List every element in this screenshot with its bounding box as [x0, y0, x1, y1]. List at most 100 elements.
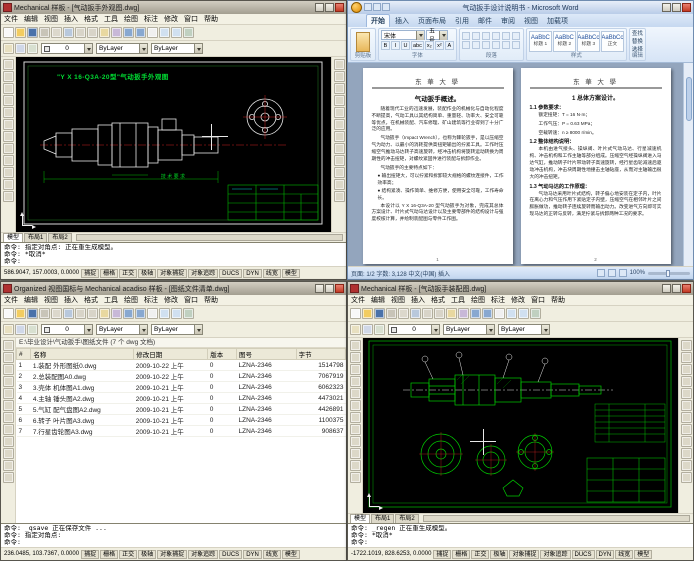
match-properties-icon[interactable] [111, 27, 122, 38]
undo-icon[interactable] [123, 308, 134, 319]
properties-icon[interactable] [530, 308, 541, 319]
save-icon[interactable] [374, 308, 385, 319]
make-object-layer-icon[interactable] [27, 43, 38, 54]
spline-icon[interactable] [3, 143, 14, 154]
layout2-tab[interactable]: 布局2 [395, 514, 418, 523]
file-row[interactable]: 1 1.装配 外形图纸0.dwg 2009-10-22 上午 0 LZNA-23… [17, 360, 346, 371]
mirror-icon[interactable] [334, 83, 345, 94]
status-toggle[interactable]: 线宽 [263, 550, 281, 559]
fillet-icon[interactable] [681, 472, 692, 483]
command-line[interactable]: 命令: _qsave 正在保存文件 ... 命令: 指定对角点: 命令: [1, 523, 346, 547]
hatch-icon[interactable] [3, 179, 14, 190]
file-row[interactable]: 4 4.主轴 锤头图A2.dwg 2009-10-21 上午 0 LZNA-23… [17, 393, 346, 404]
status-toggle[interactable]: 捕捉 [433, 550, 451, 559]
move-icon[interactable] [334, 119, 345, 130]
status-toggle[interactable]: 模型 [282, 550, 300, 559]
column-header[interactable]: 图号 [237, 349, 297, 360]
status-toggle[interactable]: DUCS [219, 550, 242, 559]
close-button[interactable] [682, 284, 691, 293]
menu-item[interactable]: 格式 [428, 295, 448, 305]
linetype-combo[interactable]: ByLayer [151, 324, 203, 335]
ellipse-icon[interactable] [3, 155, 14, 166]
zoom-realtime-icon[interactable] [159, 27, 170, 38]
status-toggle[interactable]: DUCS [572, 550, 595, 559]
layer-combo[interactable]: 0 [388, 324, 440, 335]
offset-icon[interactable] [681, 376, 692, 387]
match-properties-icon[interactable] [458, 308, 469, 319]
menu-item[interactable]: 修改 [161, 295, 181, 305]
layer-combo[interactable]: 0 [41, 43, 93, 54]
maximize-button[interactable] [672, 284, 681, 293]
plot-icon[interactable] [39, 27, 50, 38]
zoom-window-icon[interactable] [171, 308, 182, 319]
circle-icon[interactable] [3, 131, 14, 142]
close-button[interactable] [335, 284, 344, 293]
titlebar[interactable]: Mechanical 样板 - [气动扳手外观图.dwg] [1, 1, 346, 14]
copy-icon[interactable] [87, 308, 98, 319]
mirror-icon[interactable] [681, 364, 692, 375]
file-row[interactable]: 5 5.气缸 配气盘图A2.dwg 2009-10-21 上午 0 LZNA-2… [17, 404, 346, 415]
bullets-icon[interactable] [462, 32, 470, 40]
border-icon[interactable] [512, 41, 520, 49]
menu-item[interactable]: 标注 [141, 14, 161, 24]
scrollbar-thumb[interactable] [686, 77, 692, 121]
office-button[interactable] [351, 2, 362, 13]
menu-item[interactable]: 插入 [61, 14, 81, 24]
line-icon[interactable] [3, 59, 14, 70]
erase-icon[interactable] [334, 59, 345, 70]
polyline-icon[interactable] [350, 364, 361, 375]
maximize-button[interactable] [325, 3, 334, 12]
trim-icon[interactable] [681, 448, 692, 459]
make-object-layer-icon[interactable] [374, 324, 385, 335]
ribbon-tab[interactable]: 开始 [366, 14, 390, 27]
make-object-layer-icon[interactable] [27, 324, 38, 335]
cut-icon[interactable] [75, 308, 86, 319]
document-area[interactable]: 东 華 大 學 气动扳手概述。随着现代工业的迅速发展，装配作业的机械化与自动化程… [348, 63, 693, 266]
menu-item[interactable]: 视图 [41, 14, 61, 24]
status-toggle[interactable]: 极轴 [490, 550, 508, 559]
extend-icon[interactable] [681, 460, 692, 471]
spline-icon[interactable] [350, 424, 361, 435]
ribbon-tab[interactable]: 视图 [520, 15, 542, 27]
pan-icon[interactable] [494, 308, 505, 319]
redo-icon[interactable] [135, 27, 146, 38]
sort-icon[interactable] [502, 32, 510, 40]
move-icon[interactable] [681, 400, 692, 411]
paste-icon[interactable] [446, 308, 457, 319]
status-toggle[interactable]: 对象捕捉 [157, 269, 187, 278]
rotate-icon[interactable] [334, 131, 345, 142]
show-marks-icon[interactable] [512, 32, 520, 40]
undo-icon[interactable] [123, 27, 134, 38]
text-icon[interactable] [350, 472, 361, 483]
font-format-button[interactable]: B [381, 41, 390, 50]
arc-icon[interactable] [3, 400, 14, 411]
layer-states-icon[interactable] [362, 324, 373, 335]
font-format-button[interactable]: I [391, 41, 400, 50]
zoom-slider-thumb[interactable] [666, 270, 670, 277]
line-icon[interactable] [350, 340, 361, 351]
scale-icon[interactable] [334, 143, 345, 154]
layer-properties-icon[interactable] [3, 43, 14, 54]
command-line[interactable]: 命令: _regen 正在重生成模型。 命令: *取消* 命令: [348, 523, 693, 547]
web-layout-view-icon[interactable] [619, 269, 627, 277]
status-toggle[interactable]: 正交 [119, 550, 137, 559]
status-toggle[interactable]: 栅格 [452, 550, 470, 559]
ribbon-tab[interactable]: 页面布局 [414, 15, 450, 27]
layout1-tab[interactable]: 布局1 [24, 233, 47, 242]
font-format-button[interactable]: A [445, 41, 454, 50]
minimize-button[interactable] [315, 3, 324, 12]
command-prompt[interactable]: 命令: [4, 258, 343, 265]
column-header[interactable]: 修改日期 [134, 349, 208, 360]
status-toggle[interactable]: 模型 [282, 269, 300, 278]
zoom-realtime-icon[interactable] [506, 308, 517, 319]
model-tab[interactable]: 模型 [350, 514, 370, 523]
align-right-icon[interactable] [482, 41, 490, 49]
menu-item[interactable]: 视图 [388, 295, 408, 305]
style-box[interactable]: AaBbCc 正文 [601, 31, 624, 52]
offset-icon[interactable] [334, 95, 345, 106]
status-toggle[interactable]: DYN [243, 269, 262, 278]
save-icon[interactable] [27, 308, 38, 319]
insert-block-icon[interactable] [3, 167, 14, 178]
drawing-canvas[interactable]: "Y X 16-Q3A-20型"气动扳手外观图 技 术 要 求 [16, 57, 331, 232]
publish-icon[interactable] [410, 308, 421, 319]
